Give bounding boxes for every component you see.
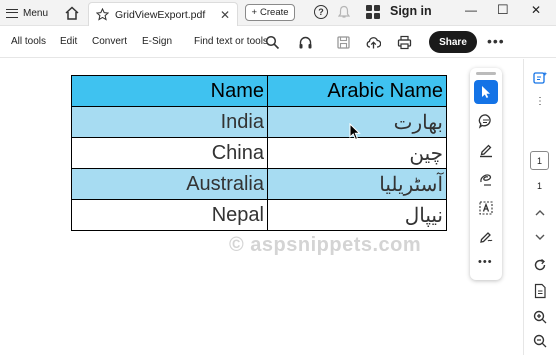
comment-icon[interactable] xyxy=(478,113,494,129)
highlight-pen-icon[interactable] xyxy=(478,142,494,158)
zoom-in-icon[interactable] xyxy=(532,309,548,325)
page-number-input[interactable]: 1 xyxy=(530,151,549,170)
help-icon[interactable]: ? xyxy=(314,5,328,19)
create-label: Create xyxy=(260,7,289,18)
search-icon[interactable] xyxy=(265,35,280,50)
quick-tools-panel: ••• xyxy=(470,68,502,280)
page-total: 1 xyxy=(537,181,543,191)
create-button[interactable]: + Create xyxy=(245,4,295,21)
share-button[interactable]: Share xyxy=(429,31,477,53)
draw-freehand-icon[interactable] xyxy=(478,171,494,187)
header-row: Name Arabic Name xyxy=(71,75,447,107)
cell-name: China xyxy=(71,137,268,169)
page-fit-icon[interactable] xyxy=(532,283,548,299)
maximize-icon[interactable]: ☐ xyxy=(497,2,509,18)
table-row: China چین xyxy=(71,137,447,169)
table-row: Australia آسٹریلیا xyxy=(71,168,447,200)
zoom-out-icon[interactable] xyxy=(532,333,548,349)
sign-in-button[interactable]: Sign in xyxy=(390,4,432,18)
cell-arabic-name: آسٹریلیا xyxy=(267,168,447,200)
header-name: Name xyxy=(71,75,268,107)
cell-name: Australia xyxy=(71,168,268,200)
esign-button[interactable]: E-Sign xyxy=(142,36,172,47)
find-text-button[interactable]: Find text or tools xyxy=(194,36,268,47)
apps-icon[interactable] xyxy=(366,5,380,19)
bell-icon[interactable] xyxy=(338,5,350,19)
mouse-cursor-icon xyxy=(349,123,361,141)
tab-gridviewexport[interactable]: GridViewExport.pdf ✕ xyxy=(88,2,238,26)
cell-arabic-name: نیپال xyxy=(267,199,447,231)
star-icon[interactable] xyxy=(96,8,109,21)
close-tab-icon[interactable]: ✕ xyxy=(220,8,230,22)
watermark-text: © aspsnippets.com xyxy=(229,234,422,256)
more-tools-icon[interactable]: ••• xyxy=(478,256,493,268)
edit-button[interactable]: Edit xyxy=(60,36,77,47)
home-icon[interactable] xyxy=(64,5,80,21)
title-bar: Menu GridViewExport.pdf ✕ + Create ? Sig… xyxy=(0,0,556,26)
tab-title: GridViewExport.pdf xyxy=(115,8,206,21)
table-row: Nepal نیپال xyxy=(71,199,447,231)
page-up-icon[interactable] xyxy=(532,205,548,221)
cell-name: Nepal xyxy=(71,199,268,231)
fill-sign-icon[interactable] xyxy=(478,229,494,245)
rail-more-icon[interactable]: ⋮ xyxy=(535,96,546,107)
panel-grip-handle[interactable] xyxy=(476,72,496,75)
header-arabic-name: Arabic Name xyxy=(267,75,447,107)
close-window-icon[interactable]: ✕ xyxy=(531,3,541,17)
all-tools-button[interactable]: All tools xyxy=(11,36,46,47)
grid-table: Name Arabic Name India بھارت China چین A… xyxy=(71,75,447,231)
more-options-icon[interactable]: ••• xyxy=(487,33,505,49)
save-icon[interactable] xyxy=(336,35,351,50)
pointer-icon xyxy=(482,86,490,98)
cell-arabic-name: چین xyxy=(267,137,447,169)
ai-assistant-icon[interactable] xyxy=(532,70,548,86)
menu-label: Menu xyxy=(23,7,49,19)
text-box-icon[interactable] xyxy=(478,200,494,216)
minimize-icon[interactable]: — xyxy=(465,3,477,17)
plus-icon: + xyxy=(251,7,258,18)
upload-cloud-icon[interactable] xyxy=(366,35,381,50)
headphones-icon[interactable] xyxy=(298,35,313,50)
print-icon[interactable] xyxy=(397,35,412,50)
select-tool-button[interactable] xyxy=(474,80,498,104)
page-down-icon[interactable] xyxy=(532,229,548,245)
cell-name: India xyxy=(71,106,268,138)
table-row: India بھارت xyxy=(71,106,447,138)
refresh-icon[interactable] xyxy=(532,257,548,273)
menu-button[interactable]: Menu xyxy=(6,0,48,26)
hamburger-icon xyxy=(6,8,18,18)
convert-button[interactable]: Convert xyxy=(92,36,127,47)
